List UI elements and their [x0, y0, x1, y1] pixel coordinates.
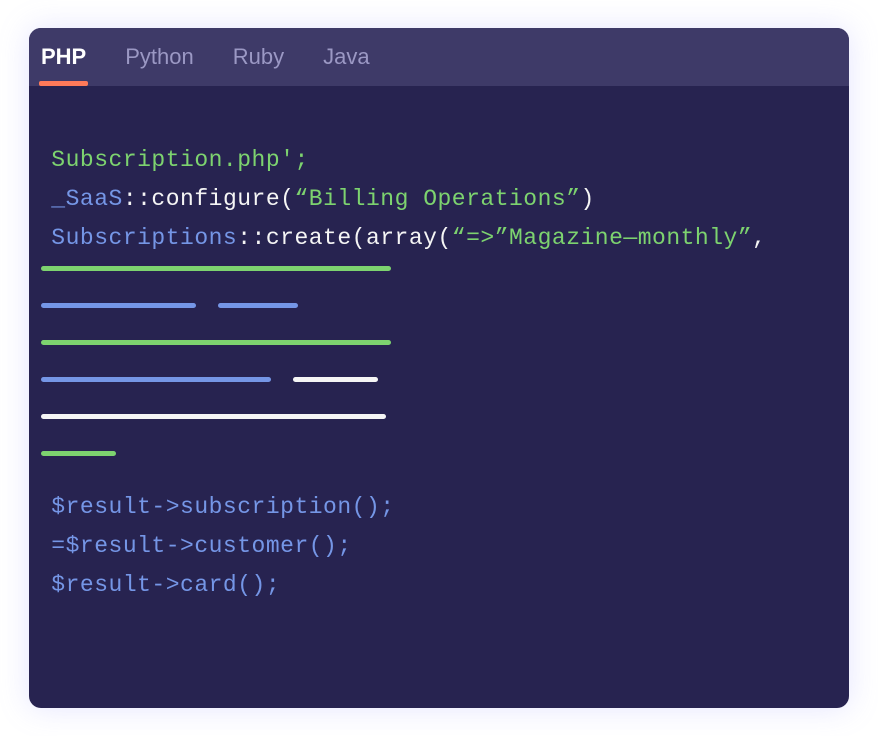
placeholder-bar [41, 377, 271, 382]
placeholder-bar [41, 414, 386, 419]
code-line-result-1: $result->subscription(); [37, 488, 849, 527]
placeholder-bar [41, 340, 391, 345]
code-line-result-2: =$result->customer(); [37, 527, 849, 566]
code-text: , [752, 225, 766, 251]
bar-row [41, 266, 849, 271]
placeholder-bar [41, 266, 391, 271]
code-line-3: Subscriptions::create(array(“=>”Magazine… [37, 219, 849, 258]
tab-ruby[interactable]: Ruby [231, 30, 286, 84]
code-line-1: Subscription.php'; [37, 141, 849, 180]
bar-row [41, 303, 849, 308]
code-window: PHP Python Ruby Java Subscription.php'; … [29, 28, 849, 708]
code-text: Subscription.php'; [37, 147, 309, 173]
code-text: “=>”Magazine—monthly” [452, 225, 752, 251]
bar-row [41, 340, 849, 345]
code-text: ::create(array( [237, 225, 452, 251]
code-text: ) [581, 186, 595, 212]
code-editor: Subscription.php'; _SaaS::configure(“Bil… [29, 86, 849, 708]
code-text: Subscriptions [37, 225, 237, 251]
tab-php[interactable]: PHP [39, 30, 88, 84]
placeholder-bars [37, 266, 849, 456]
result-code: $result->subscription(); =$result->custo… [37, 488, 849, 605]
bar-row [41, 451, 849, 456]
bar-row [41, 377, 849, 382]
placeholder-bar [218, 303, 298, 308]
code-text: ::configure( [123, 186, 295, 212]
tab-java[interactable]: Java [321, 30, 371, 84]
code-line-2: _SaaS::configure(“Billing Operations”) [37, 180, 849, 219]
language-tabs: PHP Python Ruby Java [29, 28, 849, 86]
code-text: “Billing Operations” [294, 186, 580, 212]
placeholder-bar [41, 303, 196, 308]
placeholder-bar [293, 377, 378, 382]
tab-python[interactable]: Python [123, 30, 196, 84]
code-text: _SaaS [37, 186, 123, 212]
code-line-result-3: $result->card(); [37, 566, 849, 605]
bar-row [41, 414, 849, 419]
placeholder-bar [41, 451, 116, 456]
